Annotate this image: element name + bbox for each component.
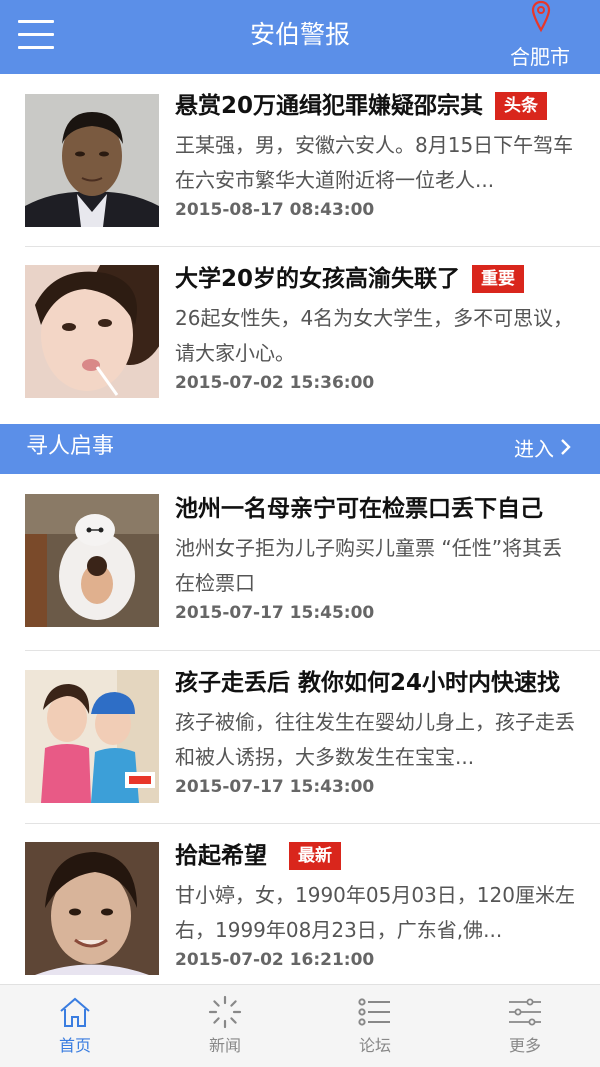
news-item[interactable]: 孩子走丢后 教你如何24小时内快速找 孩子被偷，往往发生在婴幼儿身上，孩子走丢和…	[0, 651, 600, 811]
news-timestamp: 2015-07-02 15:36:00	[175, 373, 375, 393]
news-title-row: 悬赏20万通缉犯罪嫌疑邵宗其 头条	[175, 90, 600, 124]
news-summary: 26起女性失，4名为女大学生，多不可思议，请大家小心。	[175, 306, 574, 365]
map-pin-icon	[531, 0, 551, 33]
enter-button[interactable]: 进入	[514, 434, 572, 464]
news-title: 孩子走丢后 教你如何24小时内快速找	[175, 670, 561, 696]
tab-label: 新闻	[208, 1036, 241, 1055]
news-timestamp: 2015-07-17 15:43:00	[175, 777, 375, 797]
news-item[interactable]: 悬赏20万通缉犯罪嫌疑邵宗其 头条 王某强，男，安徽六安人。8月15日下午驾车在六…	[0, 74, 600, 234]
man-portrait-photo	[25, 94, 159, 227]
baymax-figure-photo	[25, 494, 159, 627]
location-button[interactable]: 合肥市	[480, 0, 600, 74]
news-badge: 重要	[472, 265, 525, 293]
news-timestamp: 2015-07-02 16:21:00	[175, 950, 375, 970]
news-summary: 孩子被偷，往往发生在婴幼儿身上，孩子走丢和被人诱拐，大多数发生在宝宝...	[175, 710, 575, 769]
news-title-row: 池州一名母亲宁可在检票口丢下自己	[175, 493, 600, 527]
news-badge: 最新	[289, 842, 341, 870]
news-thumbnail	[25, 94, 159, 227]
tab-label: 论坛	[358, 1036, 391, 1055]
enter-label: 进入	[514, 437, 554, 461]
app-bar: 安伯警报 合肥市	[0, 0, 600, 74]
news-title: 悬赏20万通缉犯罪嫌疑邵宗其	[175, 93, 484, 119]
news-summary: 池州女子拒为儿子购买儿童票 “任性”将其丢在检票口	[175, 536, 563, 595]
news-thumbnail	[25, 265, 159, 398]
news-title-row: 孩子走丢后 教你如何24小时内快速找	[175, 667, 600, 701]
city-label: 合肥市	[510, 45, 570, 69]
home-icon	[60, 997, 90, 1027]
news-thumbnail	[25, 842, 159, 975]
tab-forum[interactable]: 论坛	[300, 985, 450, 1067]
news-title: 大学20岁的女孩高渝失联了	[175, 266, 461, 292]
news-summary: 甘小婷，女，1990年05月03日，120厘米左右，1999年08月23日，广东…	[175, 883, 575, 942]
tab-label: 首页	[58, 1036, 91, 1055]
news-item[interactable]: 池州一名母亲宁可在检票口丢下自己 池州女子拒为儿子购买儿童票 “任性”将其丢在检…	[0, 477, 600, 637]
news-badge: 头条	[495, 92, 548, 120]
section-header: 寻人启事 进入	[0, 424, 600, 474]
tab-news[interactable]: 新闻	[150, 985, 300, 1067]
tab-more[interactable]: 更多	[450, 985, 600, 1067]
two-kids-photo	[25, 670, 159, 803]
news-thumbnail	[25, 670, 159, 803]
girl-selfie-photo	[25, 265, 159, 398]
news-feed: 悬赏20万通缉犯罪嫌疑邵宗其 头条 王某强，男，安徽六安人。8月15日下午驾车在六…	[0, 74, 600, 984]
news-title: 池州一名母亲宁可在检票口丢下自己	[175, 496, 543, 522]
tab-label: 更多	[508, 1036, 541, 1055]
news-thumbnail	[25, 494, 159, 627]
news-item[interactable]: 拾起希望 最新 甘小婷，女，1990年05月03日，120厘米左右，1999年08…	[0, 824, 600, 984]
bottom-tab-bar: 首页 新闻 论坛 更多	[0, 984, 600, 1067]
news-item[interactable]: 大学20岁的女孩高渝失联了 重要 26起女性失，4名为女大学生，多不可思议，请大家…	[0, 247, 600, 407]
tab-home[interactable]: 首页	[0, 985, 150, 1067]
child-photo	[25, 842, 159, 975]
news-title: 拾起希望	[175, 843, 267, 869]
news-timestamp: 2015-07-17 15:45:00	[175, 603, 375, 623]
news-title-row: 大学20岁的女孩高渝失联了 重要	[175, 263, 600, 297]
section-title: 寻人启事	[26, 434, 115, 459]
list-icon	[358, 998, 390, 1026]
news-timestamp: 2015-08-17 08:43:00	[175, 200, 375, 220]
news-title-row: 拾起希望 最新	[175, 840, 600, 874]
sliders-icon	[509, 998, 541, 1026]
news-summary: 王某强，男，安徽六安人。8月15日下午驾车在六安市繁华大道附近将一位老人...	[175, 133, 574, 192]
loading-spinner-icon	[208, 995, 242, 1029]
chevron-right-icon	[560, 434, 572, 464]
